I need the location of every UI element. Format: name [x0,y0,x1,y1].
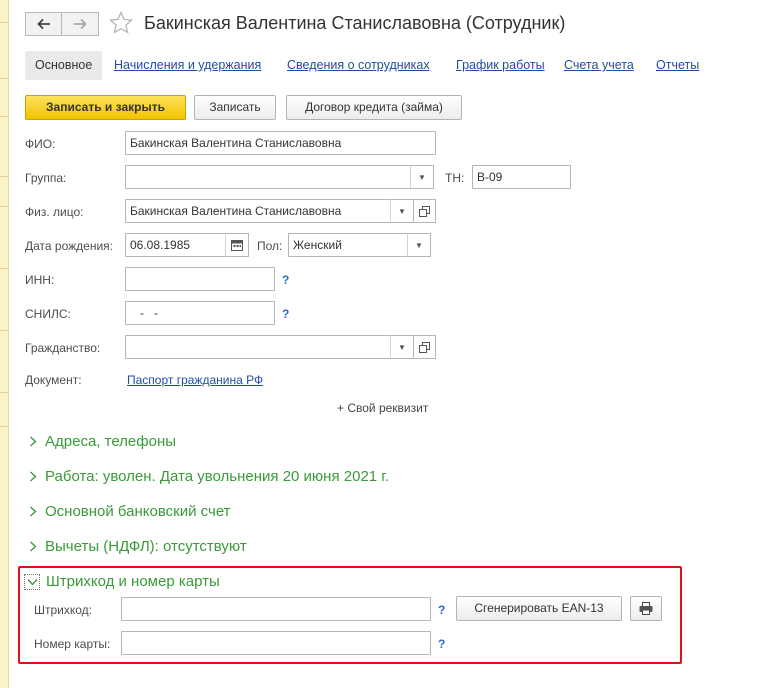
fio-label: ФИО: [25,137,56,151]
tab-main[interactable]: Основное [25,51,103,80]
group-barcode[interactable]: Штрихкод и номер карты [24,573,220,590]
arrow-left-icon [36,18,50,30]
group-addresses-title: Адреса, телефоны [45,433,177,450]
group-addresses[interactable]: Адреса, телефоны [29,433,176,450]
chevron-right-icon [30,506,37,517]
chevron-down-icon: ▼ [418,172,426,182]
sex-field[interactable]: Женский [288,233,408,257]
print-button[interactable] [630,596,662,621]
open-window-icon [419,205,430,217]
group-work[interactable]: Работа: уволен. Дата увольнения 20 июня … [29,468,389,485]
save-button[interactable]: Записать [194,95,276,120]
chevron-down-icon: ▼ [398,342,406,352]
document-link[interactable]: Паспорт гражданина РФ [127,373,263,387]
barcode-label: Штрихкод: [34,603,93,617]
forward-button[interactable] [62,12,99,36]
calendar-button[interactable] [225,233,249,257]
generate-ean13-button[interactable]: Сгенерировать EAN-13 [456,596,622,621]
navigation-buttons [25,12,99,36]
group-deductions[interactable]: Вычеты (НДФЛ): отсутствуют [29,538,247,555]
card-number-field[interactable] [121,631,431,655]
group-dropdown-button[interactable]: ▼ [410,165,434,189]
citizenship-open-button[interactable] [414,335,436,359]
citizenship-dropdown-button[interactable]: ▼ [390,335,414,359]
inn-field[interactable] [125,267,275,291]
person-field[interactable]: Бакинская Валентина Станиславовна [125,199,391,223]
left-panel-strip [0,0,9,688]
snils-help-icon[interactable]: ? [282,307,289,321]
snils-field[interactable]: - - [125,301,275,325]
birth-date-label: Дата рождения: [25,239,113,253]
citizenship-field[interactable] [125,335,391,359]
back-button[interactable] [25,12,62,36]
fio-field[interactable]: Бакинская Валентина Станиславовна [125,131,436,155]
printer-icon [639,602,653,615]
tab-schedule[interactable]: График работы [456,58,545,72]
tab-accruals[interactable]: Начисления и удержания [114,58,261,72]
add-custom-property-button[interactable]: + Свой реквизит [337,401,428,415]
sex-label: Пол: [257,239,283,253]
group-bank[interactable]: Основной банковский счет [29,503,231,520]
page-title: Бакинская Валентина Станиславовна (Сотру… [144,13,566,33]
tab-reports[interactable]: Отчеты [656,58,699,72]
tn-field[interactable]: В-09 [472,165,571,189]
chevron-down-icon: ▼ [398,206,406,216]
inn-help-icon[interactable]: ? [282,273,289,287]
group-field[interactable] [125,165,411,189]
chevron-down-icon [24,573,40,590]
birth-date-field[interactable]: 06.08.1985 [125,233,226,257]
tab-accounts[interactable]: Счета учета [564,58,634,72]
chevron-right-icon [30,471,37,482]
person-dropdown-button[interactable]: ▼ [390,199,414,223]
card-number-help-icon[interactable]: ? [438,637,445,651]
favorite-button[interactable] [108,10,134,36]
save-and-close-button[interactable]: Записать и закрыть [25,95,186,120]
inn-label: ИНН: [25,273,55,287]
loan-agreement-button[interactable]: Договор кредита (займа) [286,95,462,120]
group-deductions-title: Вычеты (НДФЛ): отсутствуют [45,538,247,555]
star-icon [108,10,134,34]
arrow-right-icon [74,18,87,30]
group-bank-title: Основной банковский счет [45,503,231,520]
chevron-right-icon [30,541,37,552]
chevron-down-icon: ▼ [415,240,423,250]
person-label: Физ. лицо: [25,205,84,219]
tn-label: ТН: [445,171,465,185]
snils-label: СНИЛС: [25,307,71,321]
citizenship-label: Гражданство: [25,341,101,355]
sex-dropdown-button[interactable]: ▼ [407,233,431,257]
card-number-label: Номер карты: [34,637,111,651]
chevron-right-icon [30,436,37,447]
person-open-button[interactable] [414,199,436,223]
group-work-title: Работа: уволен. Дата увольнения 20 июня … [45,468,390,485]
barcode-field[interactable] [121,597,431,621]
tab-employee-info[interactable]: Сведения о сотрудниках [287,58,430,72]
calendar-icon [231,240,243,251]
barcode-help-icon[interactable]: ? [438,603,445,617]
document-label: Документ: [25,373,82,387]
group-barcode-title: Штрихкод и номер карты [46,573,220,590]
group-label: Группа: [25,171,67,185]
open-window-icon [419,341,430,353]
